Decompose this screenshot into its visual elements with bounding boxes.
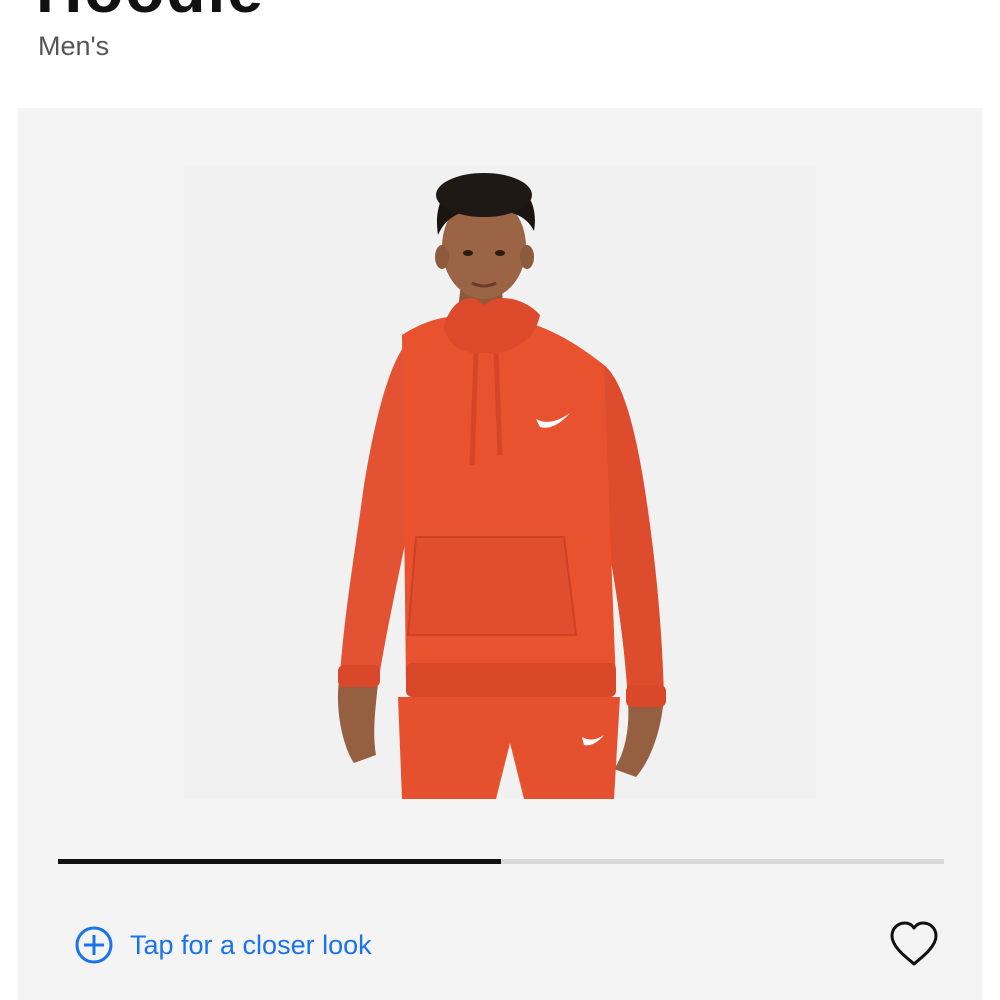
closer-look-button[interactable]: Tap for a closer look xyxy=(74,925,372,965)
gallery-progress-track xyxy=(58,859,944,864)
heart-outline-icon[interactable] xyxy=(888,920,940,968)
gallery-progress-fill xyxy=(58,859,501,864)
product-gallery[interactable]: Tap for a closer look xyxy=(18,108,982,1000)
closer-look-label: Tap for a closer look xyxy=(130,929,372,960)
product-photo-illustration xyxy=(184,165,816,799)
product-title: Hoodie xyxy=(36,0,265,22)
product-subtitle: Men's xyxy=(38,31,110,61)
product-image[interactable] xyxy=(184,165,816,799)
plus-circle-icon xyxy=(75,926,113,964)
